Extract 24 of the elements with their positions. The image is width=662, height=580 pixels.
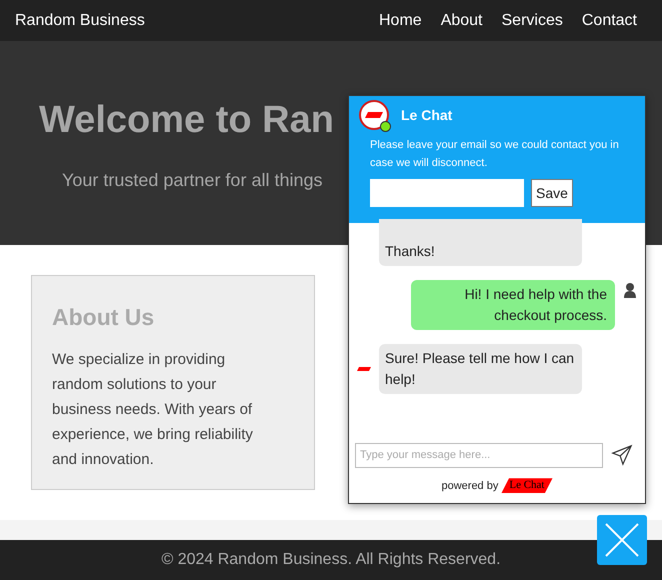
save-button[interactable]: Save [531, 179, 573, 207]
message-input[interactable]: Type your message here... [355, 442, 603, 468]
logo-mark-icon [365, 112, 383, 118]
nav-link[interactable]: About [440, 8, 482, 32]
nav-link[interactable]: Contact [582, 8, 637, 32]
email-input[interactable] [370, 179, 524, 207]
close-icon [605, 523, 639, 557]
about-title: About Us [52, 303, 156, 332]
powered-by-text: powered by [441, 478, 498, 494]
close-chat-button[interactable] [597, 515, 647, 565]
user-message: Hi! I need help with the checkout process. [411, 280, 615, 330]
agent-message: Thanks! [379, 219, 582, 266]
brand-name[interactable]: Random Business [15, 8, 145, 32]
about-text: We specialize in providing random solutions to your business needs. With years of experience, we bring reliability and innovation. [52, 350, 254, 470]
hero-subtitle: Your trusted partner for all things [62, 169, 322, 192]
hero-title: Welcome to Ran [39, 101, 334, 139]
footer-text: © 2024 Random Business. All Rights Reserved. [161, 550, 501, 570]
nav-link[interactable]: Home [379, 8, 422, 32]
email-notice: Please leave your email so we could contact you in case we will disconnect. [369, 138, 620, 171]
agent-message: Sure! Please tell me how I can help! [379, 344, 582, 394]
chat-title: Le Chat [401, 106, 452, 124]
nav-link[interactable]: Services [502, 8, 563, 32]
brand-logo: Le Chat [501, 478, 552, 494]
send-icon[interactable] [611, 444, 633, 466]
